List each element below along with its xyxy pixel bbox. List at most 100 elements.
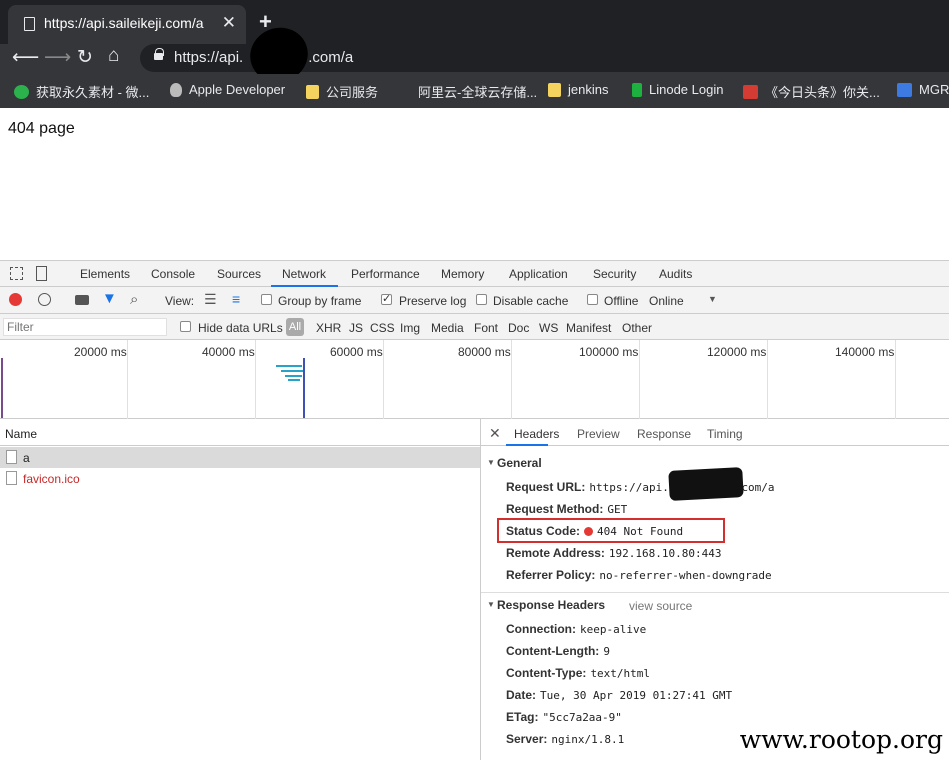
filter-type-manifest[interactable]: Manifest — [566, 321, 611, 335]
disable-cache-checkbox[interactable] — [476, 294, 487, 305]
filter-icon[interactable]: ▼ — [102, 290, 117, 307]
response-header-row: Server: nginx/1.8.1 — [506, 732, 625, 746]
capture-screenshots-icon[interactable] — [75, 295, 89, 305]
browser-toolbar: ⟵ ⟶ ↻ ⌂ https://api. .com/a — [0, 44, 949, 74]
response-headers-title[interactable]: Response Headers — [497, 598, 605, 612]
lock-icon[interactable] — [154, 48, 164, 60]
close-tab-icon[interactable]: ✕ — [222, 13, 236, 33]
back-icon[interactable]: ⟵ — [12, 46, 39, 69]
bookmark-wechat[interactable]: 获取永久素材 - 微... — [14, 82, 149, 101]
request-row-favicon[interactable]: favicon.ico — [0, 468, 480, 489]
throttling-select[interactable]: Online — [649, 294, 684, 308]
bookmark-linode[interactable]: Linode Login — [632, 82, 723, 97]
tab-preview[interactable]: Preview — [577, 427, 620, 441]
filter-type-js[interactable]: JS — [349, 321, 363, 335]
filter-input[interactable] — [3, 318, 167, 336]
watermark: www.rootop.org — [737, 725, 945, 754]
search-icon[interactable]: ⌕ — [130, 291, 138, 308]
status-code-row: Status Code: 404 Not Found — [506, 524, 684, 538]
group-by-frame-checkbox[interactable] — [261, 294, 272, 305]
response-header-row: Connection: keep-alive — [506, 622, 647, 636]
waterfall-icon[interactable]: ≡ — [232, 291, 240, 307]
request-bar — [281, 370, 303, 372]
tab-console[interactable]: Console — [151, 267, 195, 281]
forward-icon[interactable]: ⟶ — [44, 46, 71, 69]
bookmark-mgr[interactable]: MGR — [897, 82, 949, 97]
tab-application[interactable]: Application — [509, 267, 568, 281]
network-overview[interactable]: 20000 ms 40000 ms 60000 ms 80000 ms 1000… — [0, 340, 949, 419]
expand-triangle-icon[interactable]: ▼ — [487, 600, 495, 609]
chevron-down-icon[interactable]: ▼ — [708, 294, 717, 304]
toutiao-icon — [743, 84, 758, 99]
url-prefix: https://api. — [174, 49, 244, 66]
timeline-gridline — [383, 340, 384, 419]
filter-type-xhr[interactable]: XHR — [316, 321, 341, 335]
timeline-gridline — [639, 340, 640, 419]
aliyun-icon — [396, 85, 411, 99]
filter-type-all[interactable]: All — [286, 318, 304, 336]
timeline-tick: 100000 ms — [579, 345, 639, 359]
bookmark-company[interactable]: 公司服务 — [306, 82, 378, 101]
tab-strip: https://api.saileikeji.com/a ✕ + — [0, 0, 949, 44]
preserve-log-label: Preserve log — [399, 294, 467, 308]
general-section-title[interactable]: General — [497, 456, 542, 470]
bookmark-aliyun[interactable]: 阿里云-全球云存储... — [396, 82, 537, 101]
response-header-row: ETag: "5cc7a2aa-9" — [506, 710, 622, 724]
large-rows-icon[interactable]: ☰ — [204, 291, 217, 308]
device-toolbar-icon[interactable] — [36, 266, 47, 281]
home-icon[interactable]: ⌂ — [108, 45, 119, 67]
request-list: Name a favicon.ico — [0, 419, 481, 760]
page-icon — [24, 17, 35, 31]
request-method-row: Request Method: GET — [506, 502, 628, 516]
filter-type-css[interactable]: CSS — [370, 321, 395, 335]
record-icon[interactable] — [9, 293, 22, 306]
timeline-tick: 80000 ms — [458, 345, 511, 359]
bookmark-jenkins[interactable]: jenkins — [548, 82, 608, 97]
dom-load-marker — [1, 358, 3, 418]
tab-audits[interactable]: Audits — [659, 267, 692, 281]
timeline-tick: 40000 ms — [202, 345, 255, 359]
browser-tab[interactable]: https://api.saileikeji.com/a ✕ — [8, 5, 246, 44]
request-row-a[interactable]: a — [0, 447, 480, 468]
name-column-header[interactable]: Name — [0, 419, 481, 446]
inspect-element-icon[interactable] — [10, 267, 23, 280]
hide-data-urls-checkbox[interactable] — [180, 321, 191, 332]
tab-timing[interactable]: Timing — [707, 427, 743, 441]
tab-memory[interactable]: Memory — [441, 267, 484, 281]
filter-type-font[interactable]: Font — [474, 321, 498, 335]
filter-type-other[interactable]: Other — [622, 321, 652, 335]
bookmark-apple[interactable]: Apple Developer — [170, 82, 285, 97]
tab-elements[interactable]: Elements — [80, 267, 130, 281]
tab-network[interactable]: Network — [282, 267, 326, 281]
tab-sources[interactable]: Sources — [217, 267, 261, 281]
tab-headers[interactable]: Headers — [514, 427, 559, 441]
offline-checkbox[interactable] — [587, 294, 598, 305]
wechat-icon — [14, 84, 29, 99]
preserve-log-checkbox[interactable] — [381, 292, 392, 305]
pen-icon — [897, 82, 912, 97]
close-details-icon[interactable]: ✕ — [489, 425, 501, 442]
timeline-tick: 60000 ms — [330, 345, 383, 359]
error-status-icon — [584, 527, 594, 536]
timeline-gridline — [767, 340, 768, 419]
response-header-row: Content-Length: 9 — [506, 644, 610, 658]
bookmark-toutiao[interactable]: 《今日头条》你关... — [743, 82, 880, 101]
tab-security[interactable]: Security — [593, 267, 636, 281]
filter-type-ws[interactable]: WS — [539, 321, 558, 335]
timeline-tick: 140000 ms — [835, 345, 895, 359]
tab-performance[interactable]: Performance — [351, 267, 420, 281]
disable-cache-label: Disable cache — [493, 294, 569, 308]
referrer-policy-row: Referrer Policy: no-referrer-when-downgra… — [506, 568, 772, 582]
folder-icon — [306, 84, 319, 99]
view-source-link[interactable]: view source — [629, 599, 692, 613]
tab-response[interactable]: Response — [637, 427, 691, 441]
reload-icon[interactable]: ↻ — [77, 46, 93, 69]
expand-triangle-icon[interactable]: ▼ — [487, 458, 495, 467]
redaction-scribble — [668, 467, 744, 501]
view-label: View: — [165, 294, 195, 308]
filter-type-doc[interactable]: Doc — [508, 321, 529, 335]
filter-type-img[interactable]: Img — [400, 321, 420, 335]
filter-type-media[interactable]: Media — [431, 321, 464, 335]
clear-icon[interactable] — [38, 293, 51, 306]
filter-bar: Hide data URLs All XHR JS CSS Img Media … — [0, 314, 949, 340]
